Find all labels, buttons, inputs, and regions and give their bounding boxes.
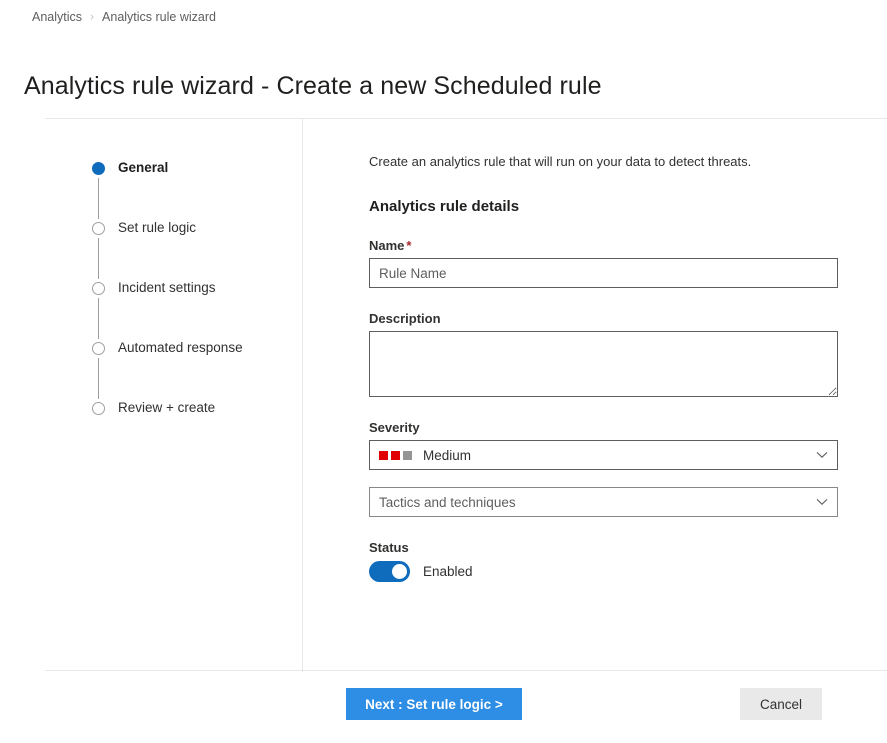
wizard-step-automated-response[interactable]: Automated response [92, 339, 243, 399]
tactics-select[interactable]: Tactics and techniques [369, 487, 838, 517]
intro-text: Create an analytics rule that will run o… [369, 154, 752, 169]
breadcrumb: Analytics › Analytics rule wizard [32, 10, 216, 24]
name-input[interactable] [369, 258, 838, 288]
severity-label: Severity [369, 420, 420, 435]
status-toggle-row: Enabled [369, 561, 838, 582]
wizard-step-general[interactable]: General [92, 159, 243, 219]
wizard-step-label: Automated response [118, 340, 243, 355]
description-field-group: Description [369, 311, 838, 397]
step-bullet-empty-icon [92, 222, 105, 235]
page-title: Analytics rule wizard - Create a new Sch… [24, 71, 602, 100]
step-bullet-empty-icon [92, 282, 105, 295]
chevron-down-icon [816, 498, 828, 506]
vertical-divider [302, 119, 303, 672]
step-connector [98, 298, 100, 339]
step-connector [98, 178, 100, 219]
wizard-step-label: Incident settings [118, 280, 216, 295]
severity-square-3 [403, 450, 412, 460]
step-bullet-empty-icon [92, 342, 105, 355]
severity-field-group: Severity Medium [369, 420, 838, 470]
description-label: Description [369, 311, 441, 326]
status-toggle-value: Enabled [423, 564, 473, 579]
step-bullet-filled-icon [92, 162, 105, 175]
status-field-group: Status Enabled [369, 540, 838, 582]
severity-select[interactable]: Medium [369, 440, 838, 470]
wizard-content-frame: General Set rule logic Incident settings… [45, 118, 887, 672]
general-form-pane: Create an analytics rule that will run o… [369, 119, 887, 582]
wizard-step-label: Set rule logic [118, 220, 197, 235]
wizard-step-incident-settings[interactable]: Incident settings [92, 279, 243, 339]
name-label: Name * [369, 238, 838, 253]
severity-square-2 [391, 450, 400, 460]
breadcrumb-item-analytics[interactable]: Analytics [32, 10, 82, 24]
toggle-knob [392, 564, 407, 579]
step-connector [98, 238, 100, 279]
severity-square-1 [379, 450, 388, 460]
status-toggle[interactable] [369, 561, 410, 582]
next-set-rule-logic-button[interactable]: Next : Set rule logic > [346, 688, 522, 720]
required-asterisk: * [406, 238, 412, 253]
wizard-step-review-create[interactable]: Review + create [92, 399, 243, 423]
chevron-right-icon: › [90, 9, 95, 24]
breadcrumb-item-analytics-rule-wizard: Analytics rule wizard [102, 10, 216, 24]
analytics-rule-wizard-page: Analytics › Analytics rule wizard Analyt… [0, 0, 887, 743]
severity-indicator [379, 450, 412, 460]
wizard-step-label: Review + create [118, 400, 216, 415]
tactics-field-group: Tactics and techniques [369, 487, 838, 517]
severity-value: Medium [423, 447, 472, 463]
step-bullet-empty-icon [92, 402, 105, 415]
wizard-steps: General Set rule logic Incident settings… [92, 159, 243, 423]
status-label: Status [369, 540, 409, 555]
description-textarea[interactable] [369, 331, 838, 397]
section-title: Analytics rule details [369, 198, 520, 215]
tactics-value: Tactics and techniques [379, 494, 516, 510]
step-connector [98, 358, 100, 399]
wizard-step-label: General [118, 160, 169, 175]
wizard-step-set-rule-logic[interactable]: Set rule logic [92, 219, 243, 279]
cancel-button[interactable]: Cancel [740, 688, 822, 720]
chevron-down-icon [816, 451, 828, 459]
name-field-group: Name * [369, 238, 838, 288]
name-label-text: Name [369, 238, 405, 253]
